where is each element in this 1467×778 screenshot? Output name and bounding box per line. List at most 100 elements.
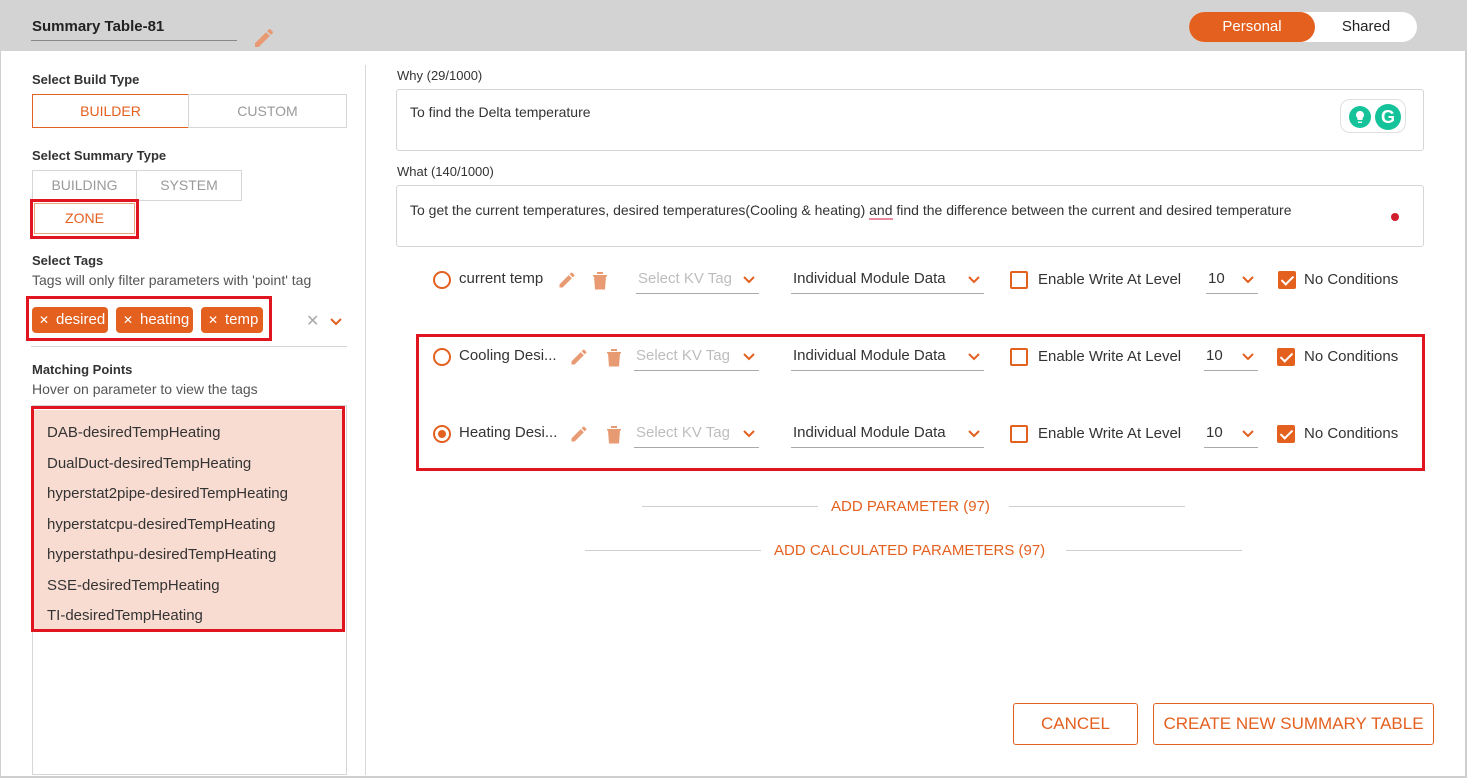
enable-write-checkbox[interactable] xyxy=(1010,271,1028,289)
tag-chip-desired[interactable]: ✕ desired xyxy=(32,307,108,333)
level-select[interactable]: 10 xyxy=(1204,343,1258,371)
enable-write-label: Enable Write At Level xyxy=(1038,271,1182,288)
no-conditions-checkbox[interactable] xyxy=(1278,271,1296,289)
trash-icon[interactable] xyxy=(591,270,609,290)
what-text: To get the current temperatures, desired… xyxy=(410,202,1292,220)
custom-option[interactable]: CUSTOM xyxy=(188,94,347,128)
what-label: What (140/1000) xyxy=(397,164,494,179)
zone-option[interactable]: ZONE xyxy=(34,203,135,234)
matching-points-label: Matching Points xyxy=(32,362,133,377)
no-conditions-checkbox[interactable] xyxy=(1277,425,1295,443)
tags-select[interactable]: ✕ desired ✕ heating ✕ temp ✕ xyxy=(31,305,347,347)
builder-option[interactable]: BUILDER xyxy=(32,94,189,128)
what-text-part: find the difference between the current … xyxy=(892,202,1292,218)
system-option[interactable]: SYSTEM xyxy=(136,170,242,201)
tag-chip-heating[interactable]: ✕ heating xyxy=(116,307,193,333)
close-icon[interactable]: ✕ xyxy=(306,311,319,331)
pencil-icon[interactable] xyxy=(569,424,589,444)
list-item[interactable]: hyperstathpu-desiredTempHeating xyxy=(47,546,276,563)
enable-write-label: Enable Write At Level xyxy=(1038,425,1182,442)
tag-chip-label: heating xyxy=(140,311,190,328)
kv-tag-placeholder: Select KV Tag xyxy=(636,347,730,364)
personal-toggle-option[interactable]: Personal xyxy=(1189,12,1315,42)
create-summary-table-button[interactable]: CREATE NEW SUMMARY TABLE xyxy=(1153,703,1434,745)
parameter-radio[interactable] xyxy=(433,425,451,443)
kv-tag-placeholder: Select KV Tag xyxy=(638,270,732,287)
module-select[interactable]: Individual Module Data xyxy=(791,420,984,448)
no-conditions-label: No Conditions xyxy=(1304,271,1399,288)
add-calculated-parameters-link[interactable]: ADD CALCULATED PARAMETERS (97) xyxy=(774,542,1045,559)
tags-hint: Tags will only filter parameters with 'p… xyxy=(32,272,312,288)
module-select[interactable]: Individual Module Data xyxy=(791,343,984,371)
header-bar: Summary Table-81 Personal Shared xyxy=(0,0,1467,51)
enable-write-checkbox[interactable] xyxy=(1010,348,1028,366)
kv-tag-select[interactable]: Select KV Tag xyxy=(634,343,759,371)
list-item[interactable]: hyperstatcpu-desiredTempHeating xyxy=(47,516,275,533)
why-label: Why (29/1000) xyxy=(397,68,483,83)
build-type-label: Select Build Type xyxy=(32,72,140,87)
add-parameter-link[interactable]: ADD PARAMETER (97) xyxy=(831,498,990,515)
level-select[interactable]: 10 xyxy=(1206,266,1258,294)
building-option[interactable]: BUILDING xyxy=(32,170,137,201)
no-conditions-checkbox[interactable] xyxy=(1277,348,1295,366)
trash-icon[interactable] xyxy=(605,424,623,444)
parameter-name: Heating Desi... xyxy=(459,424,558,441)
parameter-name: current temp xyxy=(459,270,544,287)
level-value: 10 xyxy=(1206,424,1223,441)
matching-points-list: DAB-desiredTempHeating DualDuct-desiredT… xyxy=(34,410,343,629)
lightbulb-icon[interactable] xyxy=(1349,106,1371,128)
no-conditions-label: No Conditions xyxy=(1304,425,1399,442)
chevron-down-icon xyxy=(1242,430,1254,438)
list-item[interactable]: SSE-desiredTempHeating xyxy=(47,577,220,594)
grammarly-widget[interactable]: G xyxy=(1340,99,1406,133)
module-value: Individual Module Data xyxy=(793,347,946,364)
parameter-radio[interactable] xyxy=(433,271,451,289)
trash-icon[interactable] xyxy=(605,347,623,367)
parameter-name: Cooling Desi... xyxy=(459,347,557,364)
chevron-down-icon xyxy=(1242,276,1254,284)
no-conditions-label: No Conditions xyxy=(1304,348,1399,365)
level-select[interactable]: 10 xyxy=(1204,420,1258,448)
summary-type-label: Select Summary Type xyxy=(32,148,167,163)
list-item[interactable]: DualDuct-desiredTempHeating xyxy=(47,455,251,472)
title-field[interactable]: Summary Table-81 xyxy=(31,14,274,47)
module-value: Individual Module Data xyxy=(793,424,946,441)
pencil-icon[interactable] xyxy=(557,270,577,290)
grammar-underlined-word[interactable]: and xyxy=(869,202,893,220)
kv-tag-select[interactable]: Select KV Tag xyxy=(636,266,759,294)
parameter-radio[interactable] xyxy=(433,348,451,366)
visibility-toggle[interactable]: Personal Shared xyxy=(1189,12,1417,42)
remove-tag-icon[interactable]: ✕ xyxy=(123,307,133,333)
chevron-down-icon xyxy=(1242,353,1254,361)
parameter-row: current temp Select KV Tag Individual Mo… xyxy=(430,260,1420,300)
module-select[interactable]: Individual Module Data xyxy=(791,266,984,294)
enable-write-label: Enable Write At Level xyxy=(1038,348,1182,365)
remove-tag-icon[interactable]: ✕ xyxy=(39,307,49,333)
divider-line xyxy=(642,506,818,507)
grammarly-icon[interactable]: G xyxy=(1375,104,1401,130)
panel-divider xyxy=(365,65,366,775)
chevron-down-icon xyxy=(743,430,755,438)
shared-toggle-option[interactable]: Shared xyxy=(1315,12,1417,42)
list-item[interactable]: DAB-desiredTempHeating xyxy=(47,424,220,441)
status-dot-icon xyxy=(1391,213,1399,221)
chevron-down-icon xyxy=(968,430,980,438)
enable-write-checkbox[interactable] xyxy=(1010,425,1028,443)
pencil-icon[interactable] xyxy=(569,347,589,367)
chevron-down-icon xyxy=(968,276,980,284)
list-item[interactable]: TI-desiredTempHeating xyxy=(47,607,203,624)
kv-tag-select[interactable]: Select KV Tag xyxy=(634,420,759,448)
matching-points-hint: Hover on parameter to view the tags xyxy=(32,381,258,397)
cancel-button[interactable]: CANCEL xyxy=(1013,703,1138,745)
pencil-icon[interactable] xyxy=(252,26,276,50)
chevron-down-icon xyxy=(743,276,755,284)
what-textarea[interactable]: To get the current temperatures, desired… xyxy=(396,185,1424,247)
remove-tag-icon[interactable]: ✕ xyxy=(208,307,218,333)
divider-line xyxy=(585,550,761,551)
chevron-down-icon[interactable] xyxy=(329,315,343,329)
tag-chip-temp[interactable]: ✕ temp xyxy=(201,307,263,333)
why-textarea[interactable]: To find the Delta temperature G xyxy=(396,89,1424,151)
divider-line xyxy=(1009,506,1185,507)
list-item[interactable]: hyperstat2pipe-desiredTempHeating xyxy=(47,485,288,502)
tags-label: Select Tags xyxy=(32,253,104,268)
